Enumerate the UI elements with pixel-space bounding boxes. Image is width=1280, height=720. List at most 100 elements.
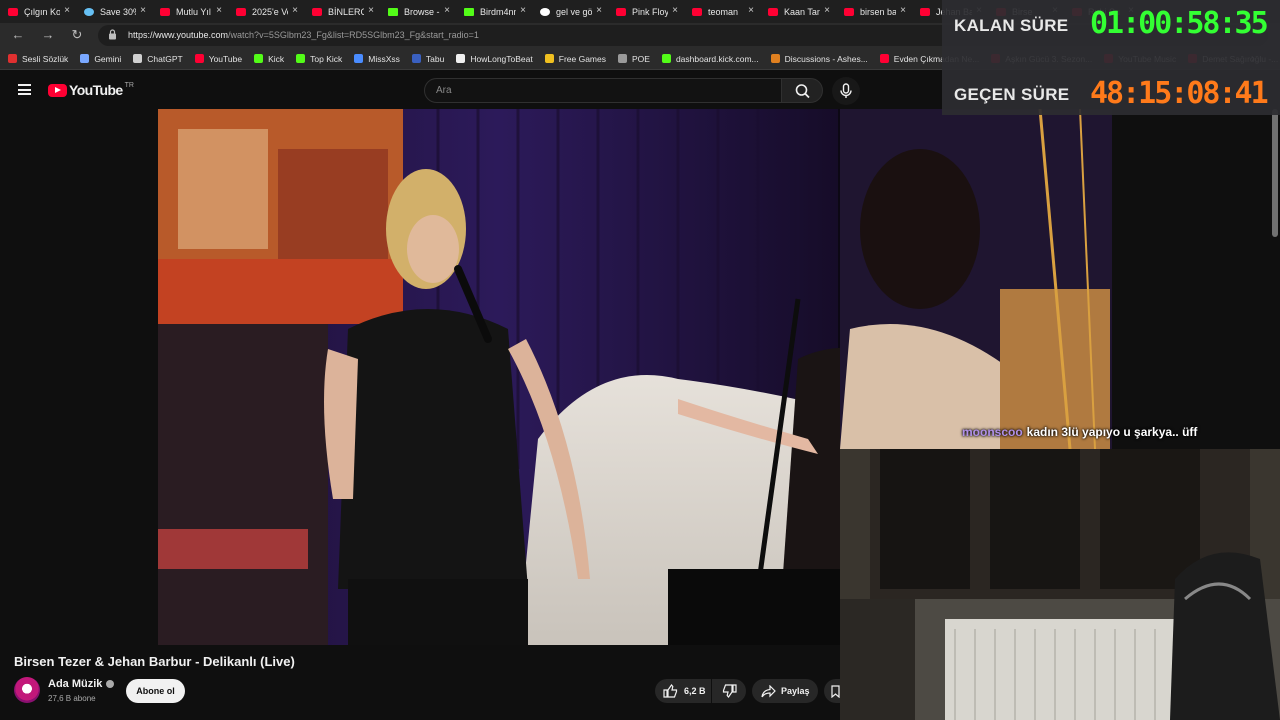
menu-icon[interactable] — [18, 84, 31, 95]
browser-tab[interactable]: Çılgın Ko × — [0, 0, 76, 23]
bookmark-label: dashboard.kick.com... — [675, 53, 759, 64]
tab-close-icon[interactable]: × — [596, 5, 602, 16]
bookmark-item[interactable]: YouTube — [194, 53, 243, 64]
site-info-icon[interactable] — [108, 29, 117, 40]
flag-icon — [8, 54, 17, 63]
tab-close-icon[interactable]: × — [292, 5, 298, 16]
microphone-icon — [840, 83, 852, 98]
browser-tab[interactable]: Kaan Tanı × — [760, 0, 836, 23]
bookmark-item[interactable]: Tabu — [411, 53, 445, 64]
url-text: https://www.youtube.com/watch?v=5SGlbm23… — [128, 30, 479, 40]
tab-label: 2025'e Vo — [252, 6, 288, 17]
channel-name-text: Ada Müzik — [48, 678, 103, 690]
bookmark-label: Tabu — [425, 53, 445, 64]
kick-icon — [388, 7, 398, 16]
channel-avatar[interactable] — [14, 677, 40, 703]
search-icon — [795, 84, 810, 99]
google-icon — [540, 7, 550, 16]
steam-icon — [84, 7, 94, 16]
youtube-icon — [8, 7, 18, 16]
save-button[interactable] — [824, 679, 840, 703]
bookmark-item[interactable]: Gemini — [80, 54, 121, 64]
tab-close-icon[interactable]: × — [140, 5, 146, 16]
search-button[interactable] — [781, 78, 823, 103]
tab-close-icon[interactable]: × — [672, 5, 678, 16]
back-arrow-icon[interactable]: ← — [10, 27, 26, 43]
like-button[interactable]: 6,2 B — [655, 679, 711, 703]
bookmark-item[interactable]: dashboard.kick.com... — [661, 53, 759, 64]
video-right-edge — [840, 109, 1112, 449]
reload-icon[interactable]: ↻ — [69, 27, 85, 43]
dislike-button[interactable] — [712, 679, 746, 703]
tab-close-icon[interactable]: × — [216, 5, 222, 16]
folder-icon — [618, 54, 627, 63]
browser-tab[interactable]: Mutlu Yıl × — [152, 0, 228, 23]
browser-tab[interactable]: 2025'e Vo × — [228, 0, 304, 23]
channel-name[interactable]: Ada Müzik — [48, 678, 115, 690]
tab-close-icon[interactable]: × — [64, 5, 70, 16]
tab-close-icon[interactable]: × — [368, 5, 374, 16]
tab-close-icon[interactable]: × — [748, 5, 754, 16]
tab-close-icon[interactable]: × — [444, 5, 450, 16]
bookmark-label: Free Games — [558, 53, 606, 64]
browser-tab[interactable]: BİNLERCE × — [304, 0, 380, 23]
subscribe-button[interactable]: Abone ol — [126, 679, 185, 703]
bookmark-icon — [831, 684, 840, 698]
verified-icon — [106, 680, 115, 689]
bookmark-label: Kick — [268, 53, 285, 64]
youtube-icon — [194, 54, 204, 63]
video-frame — [158, 109, 840, 645]
subscriber-count: 27,6 B abone — [48, 694, 96, 703]
search-placeholder: Ara — [436, 85, 452, 96]
bookmark-item[interactable]: MissXss — [354, 54, 400, 64]
tab-label: Save 30% — [100, 6, 136, 17]
browser-tab[interactable]: gel ve gö × — [532, 0, 608, 23]
bookmark-item[interactable]: Discussions - Ashes... — [770, 54, 868, 64]
search-input[interactable]: Ara — [424, 78, 782, 103]
video-player[interactable] — [158, 109, 840, 645]
bookmark-item[interactable]: Top Kick — [296, 54, 342, 64]
tab-close-icon[interactable]: × — [520, 5, 526, 16]
youtube-play-icon — [48, 83, 67, 97]
hltb-icon — [456, 54, 466, 63]
browser-tab[interactable]: Pink Floy × — [608, 0, 684, 23]
bookmark-item[interactable]: Kick — [254, 54, 284, 64]
share-button[interactable]: Paylaş — [752, 679, 818, 703]
browser-tab[interactable]: Birdm4nn × — [456, 0, 532, 23]
chat-text: kadın 3lü yapıyo u şarkya.. üff — [1026, 425, 1198, 439]
bookmark-item[interactable]: ChatGPT — [133, 53, 183, 64]
elapsed-time-label: GEÇEN SÜRE — [954, 85, 1070, 104]
bookmark-item[interactable]: Free Games — [544, 53, 606, 64]
thumbs-down-icon — [722, 684, 737, 698]
bookmark-item[interactable]: Sesli Sözlük — [8, 54, 68, 64]
forward-arrow-icon[interactable]: → — [40, 27, 56, 43]
youtube-icon — [692, 7, 702, 16]
browser-tab[interactable]: Browse - × — [380, 0, 456, 23]
browser-tab[interactable]: teoman × — [684, 0, 760, 23]
tab-close-icon[interactable]: × — [900, 5, 906, 16]
bookmark-item[interactable]: HowLongToBeat — [456, 54, 533, 64]
thumbs-up-icon — [663, 684, 678, 698]
browser-tab[interactable]: Save 30% × — [76, 0, 152, 23]
youtube-logo[interactable]: YouTube TR — [48, 82, 134, 98]
bookmark-item[interactable]: POE — [618, 54, 650, 64]
remaining-time-label: KALAN SÜRE — [954, 16, 1069, 35]
tab-label: gel ve gö — [556, 6, 592, 17]
tab-label: Kaan Tanı — [784, 6, 820, 17]
like-count: 6,2 B — [684, 686, 706, 696]
chat-username: moonscoo — [962, 425, 1023, 439]
tab-label: Mutlu Yıl — [176, 6, 211, 17]
bookmark-label: POE — [632, 53, 650, 64]
voice-search-button[interactable] — [832, 77, 860, 105]
tab-label: birsen ba — [860, 6, 896, 17]
tab-close-icon[interactable]: × — [824, 5, 830, 16]
page-scrollbar[interactable] — [1272, 109, 1278, 237]
kick-icon — [464, 7, 474, 16]
url-domain: https://www.youtube.com — [128, 30, 229, 40]
remaining-time-value: 01:00:58:35 — [1090, 6, 1269, 41]
browser-tab[interactable]: birsen ba × — [836, 0, 912, 23]
tab-label: Birdm4nn — [480, 6, 516, 17]
chatgpt-icon — [133, 54, 143, 63]
bookmark-label: ChatGPT — [147, 53, 183, 64]
bookmark-label: YouTube — [208, 53, 243, 64]
